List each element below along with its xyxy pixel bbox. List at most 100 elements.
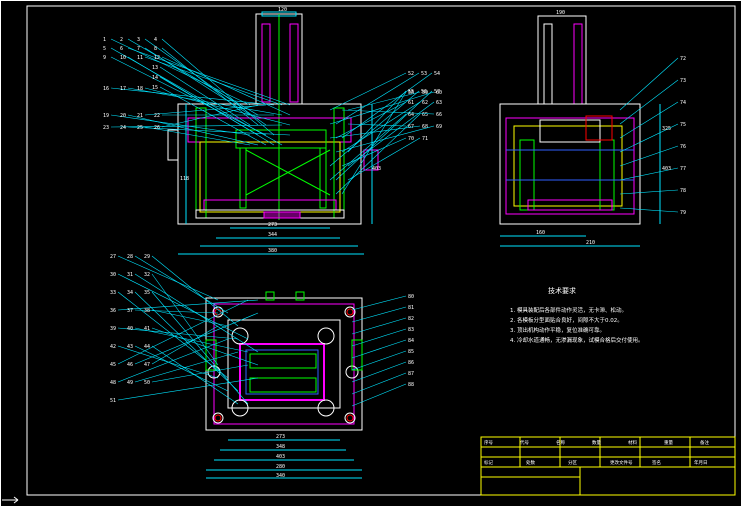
leader-line — [347, 123, 407, 127]
balloon-label: 21 — [137, 113, 143, 119]
title-block-cell: 签名 — [652, 459, 661, 466]
balloon-label: 29 — [144, 254, 150, 260]
leader-line — [351, 372, 407, 395]
title-block-cell: 分区 — [568, 459, 577, 466]
balloon-label: 16 — [103, 86, 109, 92]
leader-line — [619, 145, 679, 167]
balloon-label: 32 — [144, 272, 150, 278]
leader-line — [117, 291, 229, 379]
title-block-cell: 备注 — [700, 439, 709, 446]
note-4: 4. 冷却水道通畅，无渗漏现象，试模合格后交付使用。 — [510, 336, 644, 344]
balloon-label: 51 — [110, 398, 116, 404]
balloon-label: 27 — [110, 254, 116, 260]
balloon-label: 28 — [127, 254, 133, 260]
leader-line — [144, 47, 251, 116]
balloon-label: 3 — [137, 37, 140, 43]
side-view — [499, 15, 661, 247]
balloon-label: 18 — [137, 86, 143, 92]
balloon-label: 71 — [422, 136, 428, 142]
title-block-cell: 标记 — [484, 459, 493, 466]
balloon-label: 6 — [120, 46, 123, 52]
balloon-label: 7 — [137, 46, 140, 52]
balloon-label: 33 — [110, 290, 116, 296]
title-block-text: 序号 代号 名称 数量 材料 重量 备注标记 处数 分区 更改文件号 签名 年月日 — [484, 439, 709, 466]
leader-line — [127, 87, 283, 116]
balloon-label: 45 — [110, 362, 116, 368]
balloon-label: 59 — [422, 90, 428, 96]
balloon-label: 78 — [680, 188, 686, 194]
leader-line — [161, 38, 275, 136]
notes-heading: 技术要求 — [548, 286, 576, 295]
dimension-text: 210 — [586, 240, 595, 246]
balloon-label: 46 — [127, 362, 133, 368]
leader-line — [144, 56, 283, 106]
balloon-label: 84 — [408, 338, 414, 344]
balloon-label: 17 — [120, 86, 126, 92]
leader-line — [619, 101, 679, 139]
balloon-label: 12 — [154, 55, 160, 61]
title-block-cell: 重量 — [664, 439, 673, 446]
dimension-text: 280 — [276, 464, 285, 470]
leader-line — [144, 87, 291, 126]
balloon-label: 14 — [152, 75, 158, 81]
balloon-label: 80 — [408, 294, 414, 300]
leader-line — [134, 327, 249, 353]
balloon-label: 24 — [120, 125, 126, 131]
title-block-cell: 处数 — [526, 459, 535, 466]
balloon-label: 52 — [408, 71, 414, 77]
leader-line — [351, 361, 407, 383]
balloon-label: 10 — [120, 55, 126, 61]
balloon-label: 11 — [137, 55, 143, 61]
balloon-label: 60 — [436, 90, 442, 96]
balloon-label: 77 — [680, 166, 686, 172]
balloon-label: 20 — [120, 113, 126, 119]
balloon-label: 37 — [127, 308, 133, 314]
dimension-text: 403 — [276, 454, 285, 460]
dimension-text: 348 — [276, 444, 285, 450]
ucs-icon — [2, 496, 19, 504]
balloon-label: 34 — [127, 290, 133, 296]
balloon-label: 83 — [408, 327, 414, 333]
balloon-label: 53 — [421, 71, 427, 77]
note-1: 1. 模具装配后各部件动作灵活，无卡滞、松动。 — [510, 306, 627, 314]
balloon-label: 47 — [144, 362, 150, 368]
dimension-text: 403 — [662, 166, 671, 172]
balloon-label: 43 — [127, 344, 133, 350]
cad-drawing: 1 2 3 45 6 7 89 10 11 1213141516 17 1819 20 21 2223 24 2… — [0, 0, 742, 507]
balloon-label: 73 — [680, 78, 686, 84]
balloon-label: 13 — [152, 65, 158, 71]
balloon-label: 49 — [127, 380, 133, 386]
leader-line — [151, 364, 249, 383]
dimension-text: 120 — [278, 7, 287, 13]
balloon-label: 30 — [110, 272, 116, 278]
leader-line — [619, 189, 679, 195]
balloon-label: 42 — [110, 344, 116, 350]
balloon-label: 62 — [422, 100, 428, 106]
title-block-cell: 更改文件号 — [610, 459, 633, 466]
leader-line — [151, 309, 229, 327]
title-block-cell: 年月日 — [694, 459, 708, 466]
title-block-cell: 序号 — [484, 439, 493, 446]
title-block-cell: 材料 — [628, 439, 637, 446]
leader-line — [134, 273, 259, 353]
plan-view — [205, 291, 363, 479]
balloon-label: 70 — [408, 136, 414, 142]
leader-line — [151, 255, 239, 327]
balloon-label: 36 — [110, 308, 116, 314]
balloon-label: 25 — [137, 125, 143, 131]
dimension-text: 325 — [662, 126, 671, 132]
balloon-label: 79 — [680, 210, 686, 216]
dimension-text: 380 — [268, 248, 277, 254]
leader-line — [351, 339, 407, 359]
balloon-label: 22 — [154, 113, 160, 119]
balloon-label: 76 — [680, 144, 686, 150]
title-block-cell: 数量 — [592, 439, 601, 446]
leader-line — [351, 350, 407, 371]
balloon-label: 31 — [127, 272, 133, 278]
balloon-label: 88 — [408, 382, 414, 388]
leader-line — [117, 299, 259, 311]
balloon-label: 4 — [154, 37, 157, 43]
balloon-label: 81 — [408, 305, 414, 311]
balloon-label: 48 — [110, 380, 116, 386]
title-block-cell: 名称 — [556, 439, 565, 446]
